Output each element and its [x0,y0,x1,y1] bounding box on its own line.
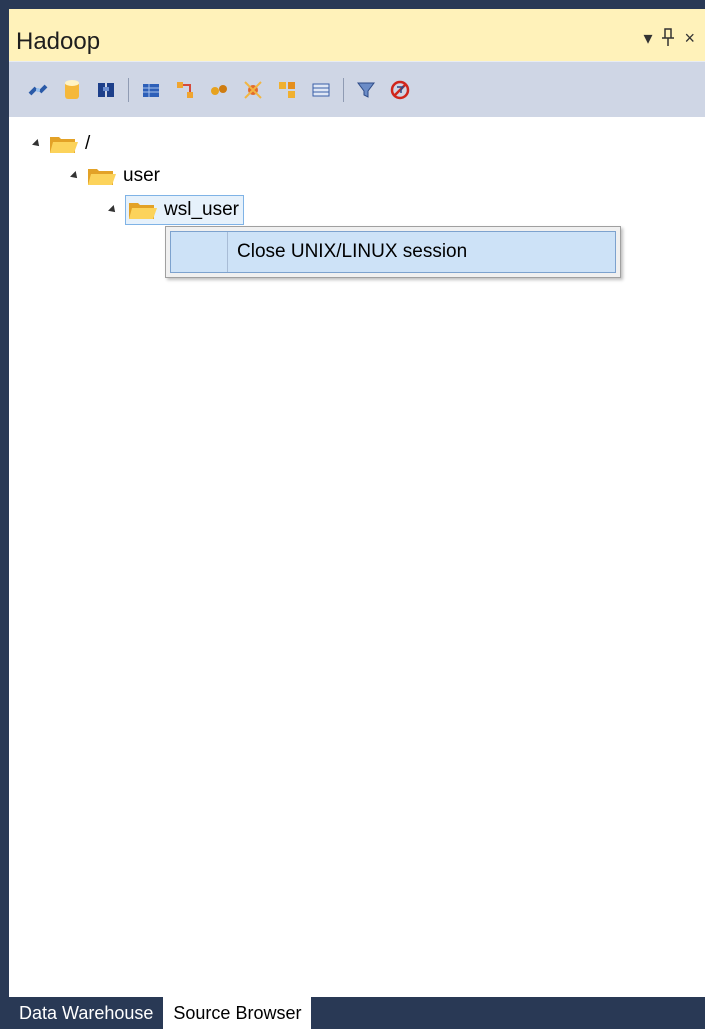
database-icon[interactable] [60,78,84,102]
network-icon[interactable] [275,78,299,102]
window-title: Hadoop [16,28,101,55]
filter-icon[interactable] [354,78,378,102]
selected-node-highlight[interactable]: wsl_user [125,195,244,225]
tool-window-titlebar: Hadoop ▾ × [9,9,705,61]
table-icon[interactable] [139,78,163,102]
close-unix-linux-session-menu-item[interactable]: Close UNIX/LINUX session [170,231,616,273]
dropdown-icon[interactable]: ▾ [643,28,652,50]
expanded-arrow-icon[interactable] [108,205,118,215]
expanded-arrow-icon[interactable] [32,139,42,149]
grid-icon[interactable] [309,78,333,102]
menu-icon-gutter [171,232,228,272]
context-menu: Close UNIX/LINUX session [165,226,621,278]
menu-item-label: Close UNIX/LINUX session [237,241,468,262]
binoculars-icon[interactable] [94,78,118,102]
expanded-arrow-icon[interactable] [70,171,80,181]
pattern-icon[interactable] [207,78,231,102]
clear-filter-icon[interactable] [388,78,412,102]
open-folder-icon [129,203,157,219]
close-icon[interactable]: × [684,28,695,50]
pin-icon[interactable] [662,28,675,50]
joins-icon[interactable] [173,78,197,102]
toolbar [9,61,705,117]
tab-data-warehouse[interactable]: Data Warehouse [9,997,163,1029]
tree-node-root[interactable]: / [32,130,91,158]
open-folder-icon [88,169,116,185]
tree-node-label: user [123,165,160,186]
tree-node-label: / [85,133,91,154]
toolbar-separator [343,78,344,102]
window-controls: ▾ × [643,28,695,50]
tab-source-browser[interactable]: Source Browser [163,997,312,1029]
connect-icon[interactable] [26,78,50,102]
tree-node-user[interactable]: user [70,162,160,190]
open-folder-icon [50,137,78,153]
bottom-tab-strip: Data Warehouse Source Browser [9,997,705,1029]
tree-node-label: wsl_user [164,199,239,220]
tree-node-wsl-user[interactable]: wsl_user [108,195,244,225]
toolbar-separator [128,78,129,102]
schema-icon[interactable] [241,78,265,102]
